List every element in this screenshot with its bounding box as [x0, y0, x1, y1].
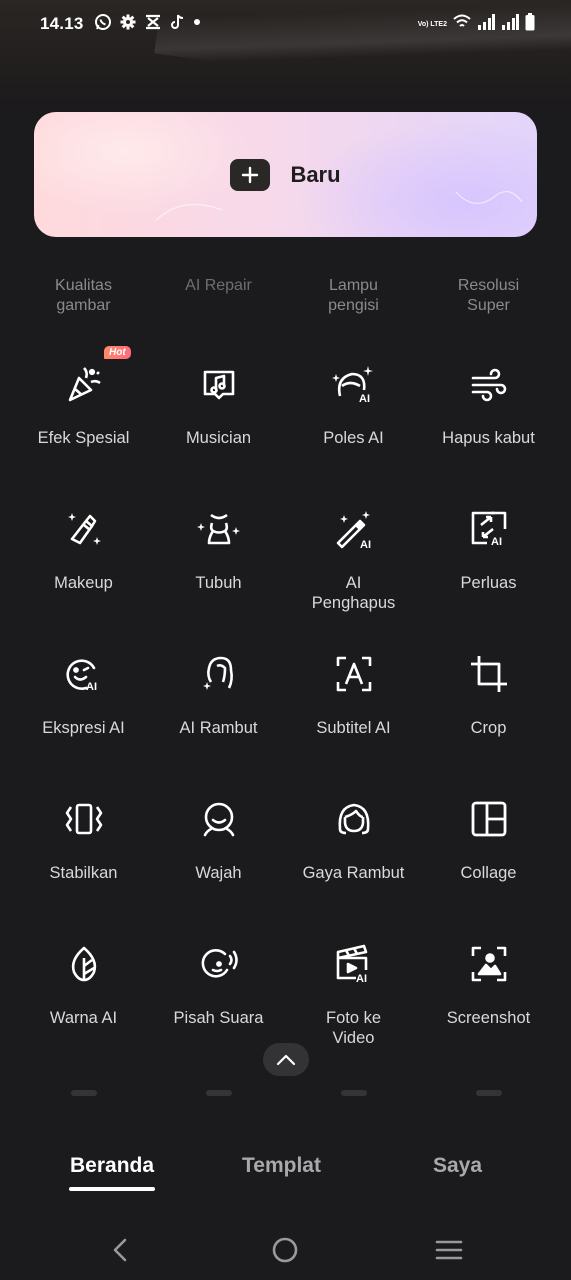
faded-tool-lampu[interactable]: Lampu pengisi: [286, 276, 421, 316]
expand-ai-icon: AI: [467, 507, 511, 551]
hairstyle-icon: [332, 797, 376, 841]
voice-split-icon: [197, 942, 241, 986]
crop-icon: [467, 652, 511, 696]
tool-collage[interactable]: Collage: [421, 779, 556, 924]
whatsapp-icon: [94, 13, 112, 31]
svg-text:AI: AI: [491, 536, 502, 548]
party-popper-icon: [62, 362, 106, 406]
tool-hapus-kabut[interactable]: Hapus kabut: [421, 344, 556, 489]
gear-icon: [119, 13, 137, 31]
tool-ekspresi-ai[interactable]: AI Ekspresi AI: [16, 634, 151, 779]
signal-2-icon: [501, 14, 519, 35]
ghost-row: [16, 1090, 556, 1096]
svg-text:AI: AI: [86, 681, 97, 693]
music-screen-icon: [197, 362, 241, 406]
tool-ai-penghapus[interactable]: AI AI Penghapus: [286, 489, 421, 634]
svg-text:AI: AI: [360, 539, 371, 549]
faded-tools-row: Kualitas gambar AI Repair Lampu pengisi Re…: [16, 276, 556, 316]
faded-tool-kualitas[interactable]: Kualitas gambar: [16, 276, 151, 316]
new-project-label: Baru: [290, 161, 341, 187]
collapse-button[interactable]: [263, 1043, 309, 1076]
face-icon: [197, 797, 241, 841]
tab-saya[interactable]: Saya: [433, 1154, 482, 1178]
tool-stabilkan[interactable]: Stabilkan: [16, 779, 151, 924]
plus-icon: [230, 158, 271, 191]
tool-musician[interactable]: Musician: [151, 344, 286, 489]
hot-badge: Hot: [104, 346, 131, 359]
home-icon[interactable]: [267, 1232, 303, 1268]
signal-1-icon: [477, 14, 495, 35]
clapper-ai-icon: AI: [332, 942, 376, 986]
active-tab-indicator: [69, 1187, 155, 1191]
back-icon[interactable]: [102, 1232, 138, 1268]
tool-wajah[interactable]: Wajah: [151, 779, 286, 924]
face-sparkle-ai-icon: AI: [331, 362, 376, 406]
volte-icon: Vo) LTE2: [417, 21, 447, 28]
leaf-color-icon: [62, 942, 106, 986]
recents-icon[interactable]: [431, 1232, 467, 1268]
magic-wand-ai-icon: AI: [332, 507, 376, 551]
tool-subtitel-ai[interactable]: Subtitel AI: [286, 634, 421, 779]
screenshot-icon: [467, 942, 511, 986]
smile-ai-icon: AI: [62, 652, 106, 696]
tool-crop[interactable]: Crop: [421, 634, 556, 779]
wind-icon: [467, 362, 511, 406]
svg-text:AI: AI: [356, 973, 367, 984]
tool-tubuh[interactable]: Tubuh: [151, 489, 286, 634]
stabilize-icon: [62, 797, 106, 841]
tab-beranda[interactable]: Beranda: [70, 1154, 154, 1178]
tab-templat[interactable]: Templat: [242, 1154, 321, 1178]
faded-tool-resolusi[interactable]: Resolusi Super: [421, 276, 556, 316]
tool-ai-rambut[interactable]: AI Rambut: [151, 634, 286, 779]
status-right-icons: Vo) LTE2: [418, 13, 535, 36]
body-icon: [196, 507, 241, 551]
faded-tool-ai-repair[interactable]: AI Repair: [151, 276, 286, 316]
system-navbar: [0, 1218, 571, 1280]
notification-dot: [194, 19, 200, 25]
tool-gaya-rambut[interactable]: Gaya Rambut: [286, 779, 421, 924]
hair-sparkle-icon: [197, 652, 241, 696]
app-screen: 14.13 Vo) LTE2 Baru Kualitas gambar AI R…: [0, 0, 571, 1280]
tiktok-icon: [169, 13, 187, 31]
status-time: 14.13: [40, 14, 84, 33]
svg-text:AI: AI: [359, 393, 370, 404]
tool-efek-spesial[interactable]: Hot Efek Spesial: [16, 344, 151, 489]
wifi-icon: [453, 14, 471, 35]
tool-perluas[interactable]: AI Perluas: [421, 489, 556, 634]
status-bar: 14.13 Vo) LTE2: [0, 0, 571, 48]
tool-makeup[interactable]: Makeup: [16, 489, 151, 634]
tools-grid: Hot Efek Spesial Musician AI Poles AI Ha…: [16, 344, 556, 1069]
battery-icon: [525, 13, 535, 36]
bottom-tabbar: Beranda Templat Saya: [0, 1140, 571, 1200]
chevron-up-icon: [276, 1054, 296, 1065]
new-project-button[interactable]: Baru: [34, 112, 537, 237]
status-left-icons: [94, 13, 200, 31]
tool-poles-ai[interactable]: AI Poles AI: [286, 344, 421, 489]
collage-icon: [467, 797, 511, 841]
text-frame-icon: [332, 652, 376, 696]
lipstick-icon: [62, 507, 106, 551]
capcut-icon: [144, 13, 162, 31]
